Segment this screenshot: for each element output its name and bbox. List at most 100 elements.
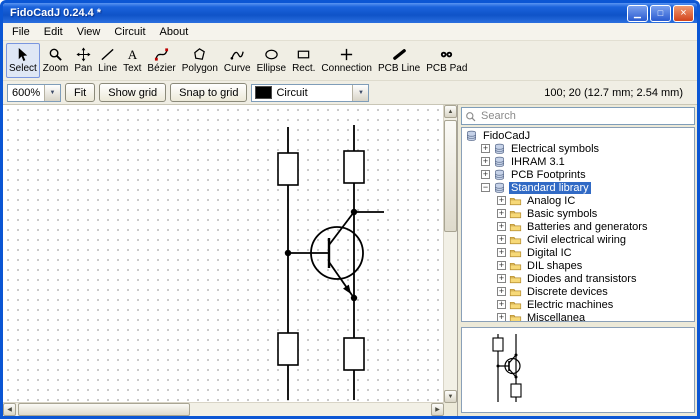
tool-pcbline-button[interactable]: PCB Line — [375, 43, 423, 78]
horizontal-scroll-thumb[interactable] — [18, 403, 190, 416]
tree-item-analog-ic[interactable]: +Analog IC — [462, 194, 694, 207]
tool-ellipse-button[interactable]: Ellipse — [254, 43, 289, 78]
tree-item-standard-library[interactable]: − Standard library — [462, 181, 694, 194]
select-icon — [15, 47, 30, 62]
minimize-button[interactable]: ▁ — [627, 5, 648, 22]
expand-icon[interactable]: + — [481, 170, 490, 179]
scroll-up-icon[interactable]: ▲ — [444, 105, 457, 118]
tree-label: Electric machines — [525, 299, 615, 311]
tool-rect-button[interactable]: Rect. — [289, 43, 318, 78]
tool-connection-button[interactable]: Connection — [318, 43, 375, 78]
pan-icon — [76, 47, 91, 62]
menu-circuit[interactable]: Circuit — [107, 25, 152, 39]
expand-icon[interactable]: + — [497, 222, 506, 231]
folder-icon — [509, 312, 522, 323]
tool-zoom-button[interactable]: Zoom — [40, 43, 72, 78]
scroll-left-icon[interactable]: ◀ — [3, 403, 16, 416]
tree-label: FidoCadJ — [481, 130, 532, 142]
expand-icon[interactable]: + — [481, 144, 490, 153]
tree-item-dil-shapes[interactable]: +DIL shapes — [462, 259, 694, 272]
tree-label: Standard library — [509, 182, 591, 194]
tree-item-diodes-and-transistors[interactable]: +Diodes and transistors — [462, 272, 694, 285]
menu-view[interactable]: View — [70, 25, 108, 39]
layer-value: Circuit — [272, 87, 352, 99]
tool-label: Ellipse — [257, 63, 286, 74]
show-grid-button[interactable]: Show grid — [99, 83, 166, 102]
expand-icon[interactable]: + — [497, 248, 506, 257]
canvas-vertical-scrollbar[interactable]: ▲ ▼ — [443, 105, 457, 403]
chevron-down-icon[interactable]: ▼ — [44, 85, 60, 101]
tree-item-digital-ic[interactable]: +Digital IC — [462, 246, 694, 259]
expand-icon[interactable]: + — [481, 157, 490, 166]
tool-label: PCB Pad — [426, 63, 467, 74]
tree-item-basic-symbols[interactable]: +Basic symbols — [462, 207, 694, 220]
tree-item-fidocadj[interactable]: FidoCadJ — [462, 129, 694, 142]
scroll-down-icon[interactable]: ▼ — [444, 390, 457, 403]
collapse-icon[interactable]: − — [481, 183, 490, 192]
search-input[interactable] — [479, 109, 691, 123]
tree-item-pcb-footprints[interactable]: + PCB Footprints — [462, 168, 694, 181]
expand-icon[interactable]: + — [497, 313, 506, 322]
library-icon — [493, 169, 506, 181]
library-sidebar: FidoCadJ+Electrical symbols+IHRAM 3.1+PC… — [458, 105, 697, 416]
menubar: FileEditViewCircuitAbout — [3, 23, 697, 41]
tool-polygon-button[interactable]: Polygon — [179, 43, 221, 78]
canvas-horizontal-scrollbar[interactable]: ◀ ▶ — [3, 402, 444, 416]
canvas-area: ▲ ▼ ◀ ▶ — [3, 105, 458, 416]
tool-label: Pan — [74, 63, 92, 74]
tree-label: PCB Footprints — [509, 169, 588, 181]
tree-item-electrical-symbols[interactable]: + Electrical symbols — [462, 142, 694, 155]
tool-label: Polygon — [182, 63, 218, 74]
menu-file[interactable]: File — [5, 25, 37, 39]
tree-item-discrete-devices[interactable]: + Discrete devices — [462, 285, 694, 298]
bezier-icon — [154, 47, 169, 62]
tree-label: Electrical symbols — [509, 143, 601, 155]
tool-text-button[interactable]: Text — [120, 43, 144, 78]
horizontal-scroll-track[interactable] — [16, 403, 431, 416]
menu-edit[interactable]: Edit — [37, 25, 70, 39]
circuit-drawing — [3, 105, 445, 408]
tree-item-batteries-and-generators[interactable]: +Batteries and generators — [462, 220, 694, 233]
zoom-combobox[interactable]: 600% ▼ — [7, 84, 61, 102]
drawing-canvas[interactable] — [3, 105, 444, 403]
scroll-right-icon[interactable]: ▶ — [431, 403, 444, 416]
tree-item-electric-machines[interactable]: + Electric machines — [462, 298, 694, 311]
expand-icon[interactable]: + — [497, 209, 506, 218]
vertical-scroll-track[interactable] — [444, 118, 457, 390]
titlebar[interactable]: FidoCadJ 0.24.4 * ▁ □ × — [3, 3, 697, 23]
layer-combobox[interactable]: Circuit ▼ — [251, 84, 369, 102]
tool-line-button[interactable]: Line — [95, 43, 120, 78]
expand-icon[interactable]: + — [497, 274, 506, 283]
tree-item-ihram-3-1[interactable]: +IHRAM 3.1 — [462, 155, 694, 168]
menu-about[interactable]: About — [153, 25, 196, 39]
close-button[interactable]: × — [673, 5, 694, 22]
tree-label: Discrete devices — [525, 286, 610, 298]
tree-item-miscellanea[interactable]: +Miscellanea — [462, 311, 694, 322]
expand-icon[interactable]: + — [497, 261, 506, 270]
window-title: FidoCadJ 0.24.4 * — [10, 7, 627, 19]
vertical-scroll-thumb[interactable] — [444, 120, 457, 232]
tool-label: PCB Line — [378, 63, 420, 74]
tool-curve-button[interactable]: Curve — [221, 43, 254, 78]
folder-icon — [509, 260, 522, 272]
zoom-value: 600% — [8, 87, 44, 99]
snap-to-grid-button[interactable]: Snap to grid — [170, 83, 247, 102]
chevron-down-icon[interactable]: ▼ — [352, 85, 368, 101]
expand-icon[interactable]: + — [497, 196, 506, 205]
tool-bezier-button[interactable]: Bézier — [144, 43, 178, 78]
library-icon — [493, 182, 506, 194]
expand-icon[interactable]: + — [497, 300, 506, 309]
cursor-coordinates: 100; 20 (12.7 mm; 2.54 mm) — [544, 87, 683, 99]
expand-icon[interactable]: + — [497, 235, 506, 244]
tool-pcbpad-button[interactable]: PCB Pad — [423, 43, 470, 78]
tool-select-button[interactable]: Select — [6, 43, 40, 78]
maximize-button[interactable]: □ — [650, 5, 671, 22]
rect-icon — [296, 47, 311, 62]
library-tree: FidoCadJ+Electrical symbols+IHRAM 3.1+PC… — [461, 127, 695, 322]
tool-label: Connection — [321, 63, 372, 74]
tool-pan-button[interactable]: Pan — [71, 43, 95, 78]
expand-icon[interactable]: + — [497, 287, 506, 296]
fit-button[interactable]: Fit — [65, 83, 95, 102]
tree-item-civil-electrical-wiring[interactable]: +Civil electrical wiring — [462, 233, 694, 246]
tool-label: Bézier — [147, 63, 175, 74]
